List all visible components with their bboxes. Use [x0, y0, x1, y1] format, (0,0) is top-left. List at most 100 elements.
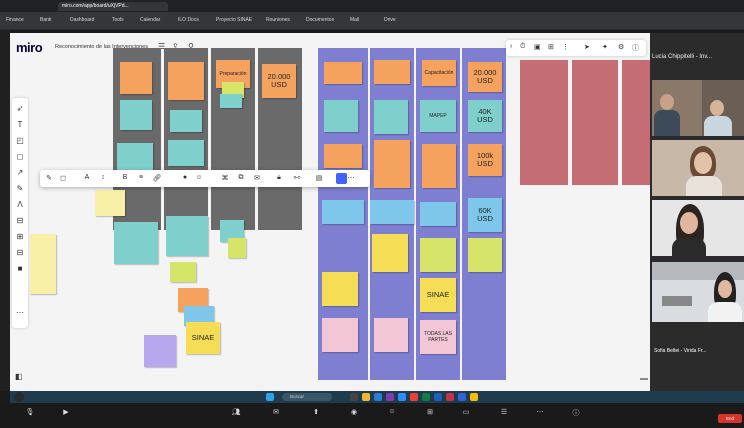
- participant-video-tile[interactable]: [652, 262, 744, 322]
- zoom-icon[interactable]: [398, 393, 406, 401]
- sticky-note[interactable]: 20.000 USD: [262, 64, 296, 98]
- shape-icon[interactable]: ◻: [58, 174, 68, 182]
- frame-icon[interactable]: ⊟: [15, 216, 25, 226]
- participant-name-tile[interactable]: Sofia Beltei - Virida Fr...: [652, 330, 744, 380]
- sticky-note[interactable]: [372, 234, 408, 272]
- more-icon[interactable]: ⋯: [346, 174, 356, 182]
- cursor-icon[interactable]: ➤: [584, 43, 590, 51]
- apps-icon[interactable]: ⊟: [15, 248, 25, 258]
- link-icon[interactable]: 🔗︎: [152, 174, 162, 182]
- sticky-note[interactable]: [322, 272, 358, 306]
- link-icon[interactable]: ⧟: [292, 174, 302, 182]
- sticky-note[interactable]: [166, 216, 208, 256]
- upload-icon[interactable]: ⊞: [15, 232, 25, 242]
- grid-icon[interactable]: ⊞: [548, 43, 554, 51]
- text-icon[interactable]: T: [15, 120, 25, 130]
- sticky-note[interactable]: [374, 140, 410, 188]
- sticky-note[interactable]: [170, 262, 196, 282]
- template-icon[interactable]: ■: [15, 264, 25, 274]
- outlook-icon[interactable]: [458, 393, 466, 401]
- sticky-note[interactable]: [220, 94, 242, 108]
- chat-icon[interactable]: ✉: [266, 408, 286, 416]
- record-icon[interactable]: ◉: [344, 408, 364, 416]
- info-icon[interactable]: ⓘ: [566, 408, 586, 418]
- word-icon[interactable]: [434, 393, 442, 401]
- sticky-note[interactable]: [120, 62, 152, 94]
- settings-icon[interactable]: ⚙: [618, 43, 624, 51]
- reaction-icon[interactable]: ✦: [602, 43, 608, 51]
- info-icon[interactable]: ⓘ: [632, 43, 639, 53]
- align-icon[interactable]: ≡: [136, 174, 146, 181]
- share-screen-icon[interactable]: ⬆: [306, 408, 326, 416]
- sticky-note[interactable]: [114, 222, 158, 264]
- sticky-note[interactable]: [324, 144, 362, 168]
- tag-icon[interactable]: ⌘: [220, 174, 230, 182]
- task-view-icon[interactable]: [350, 393, 358, 401]
- miro-logo[interactable]: miro: [16, 40, 43, 55]
- video-camera-icon[interactable]: ▶: [56, 408, 76, 416]
- lock-icon[interactable]: 🔒︎: [274, 174, 284, 182]
- sticky-note[interactable]: TODAS LAS PARTES: [420, 320, 456, 354]
- present-icon[interactable]: ▣: [534, 43, 541, 51]
- teams-icon[interactable]: [386, 393, 394, 401]
- font-icon[interactable]: A: [82, 174, 92, 181]
- sticky-note[interactable]: [322, 200, 364, 224]
- sticky-note[interactable]: [144, 335, 176, 367]
- bold-icon[interactable]: B: [120, 174, 130, 181]
- more-icon[interactable]: ⋮: [562, 43, 569, 51]
- participant-video-tile[interactable]: [652, 200, 744, 256]
- sticky-note[interactable]: [420, 238, 456, 272]
- more-icon[interactable]: ⋯: [530, 408, 550, 416]
- sticky-note[interactable]: [420, 202, 456, 226]
- font-size-icon[interactable]: ↕: [98, 174, 108, 181]
- bookmark-item[interactable]: Dashboard: [70, 17, 94, 23]
- bookmark-item[interactable]: Documentos: [306, 17, 334, 23]
- horizontal-scrollbar[interactable]: [640, 378, 648, 380]
- sticky-note[interactable]: 40K USD: [468, 100, 502, 132]
- whiteboard-icon[interactable]: ▭: [456, 408, 476, 416]
- sticky-note[interactable]: [324, 100, 358, 132]
- color-dot-icon[interactable]: ●: [180, 174, 190, 181]
- sticky-note[interactable]: [228, 238, 246, 258]
- sticky-note[interactable]: [168, 62, 204, 100]
- connector-icon[interactable]: ↗: [15, 168, 25, 178]
- sticky-note[interactable]: [374, 60, 410, 84]
- sticky-note[interactable]: [95, 190, 125, 216]
- browser-tab-active[interactable]: miro.com/app/board/uXjVPd...: [58, 2, 168, 11]
- sticky-note[interactable]: [170, 110, 202, 132]
- participant-video-tile[interactable]: [652, 140, 744, 196]
- sticky-note[interactable]: 60K USD: [468, 198, 502, 232]
- start-orb-icon[interactable]: [14, 392, 24, 402]
- color-picker-button[interactable]: [336, 173, 347, 184]
- bookmark-item[interactable]: Drive: [384, 17, 396, 23]
- sticky-note[interactable]: [324, 62, 362, 84]
- sticky-note[interactable]: [117, 143, 153, 171]
- bookmark-item[interactable]: Mail: [350, 17, 359, 23]
- sticky-note[interactable]: [322, 318, 358, 352]
- sticky-note-icon[interactable]: ◰: [15, 136, 25, 146]
- bookmark-item[interactable]: Calendar: [140, 17, 160, 23]
- sticky-note[interactable]: [120, 100, 152, 130]
- sticky-note[interactable]: SINAE: [420, 278, 456, 312]
- windows-start-icon[interactable]: [266, 393, 274, 401]
- participant-video-tile[interactable]: [652, 80, 744, 136]
- timer-icon[interactable]: ⏱: [520, 43, 525, 51]
- bookmark-item[interactable]: ILO Docs: [178, 17, 199, 23]
- sticky-note[interactable]: [468, 238, 502, 272]
- powerpoint-icon[interactable]: [446, 393, 454, 401]
- sticky-note[interactable]: [374, 100, 408, 134]
- minimap-icon[interactable]: ◧: [15, 372, 23, 381]
- sticky-note[interactable]: SINAE: [186, 322, 220, 354]
- apps-icon[interactable]: ⊞: [420, 408, 440, 416]
- select-icon[interactable]: ➶: [15, 104, 25, 114]
- sticky-note[interactable]: [422, 144, 456, 188]
- sticky-note[interactable]: [370, 200, 414, 224]
- participants-icon[interactable]: 👥︎: [226, 408, 246, 416]
- chrome-icon[interactable]: [410, 393, 418, 401]
- sticky-note[interactable]: 20.000 USD: [468, 62, 502, 92]
- comment-icon[interactable]: ✉: [252, 174, 262, 182]
- excel-icon[interactable]: [422, 393, 430, 401]
- emoji-icon[interactable]: ☺: [194, 174, 204, 181]
- pen-icon[interactable]: ✎: [15, 184, 25, 194]
- microphone-icon[interactable]: 🎙︎: [20, 408, 40, 416]
